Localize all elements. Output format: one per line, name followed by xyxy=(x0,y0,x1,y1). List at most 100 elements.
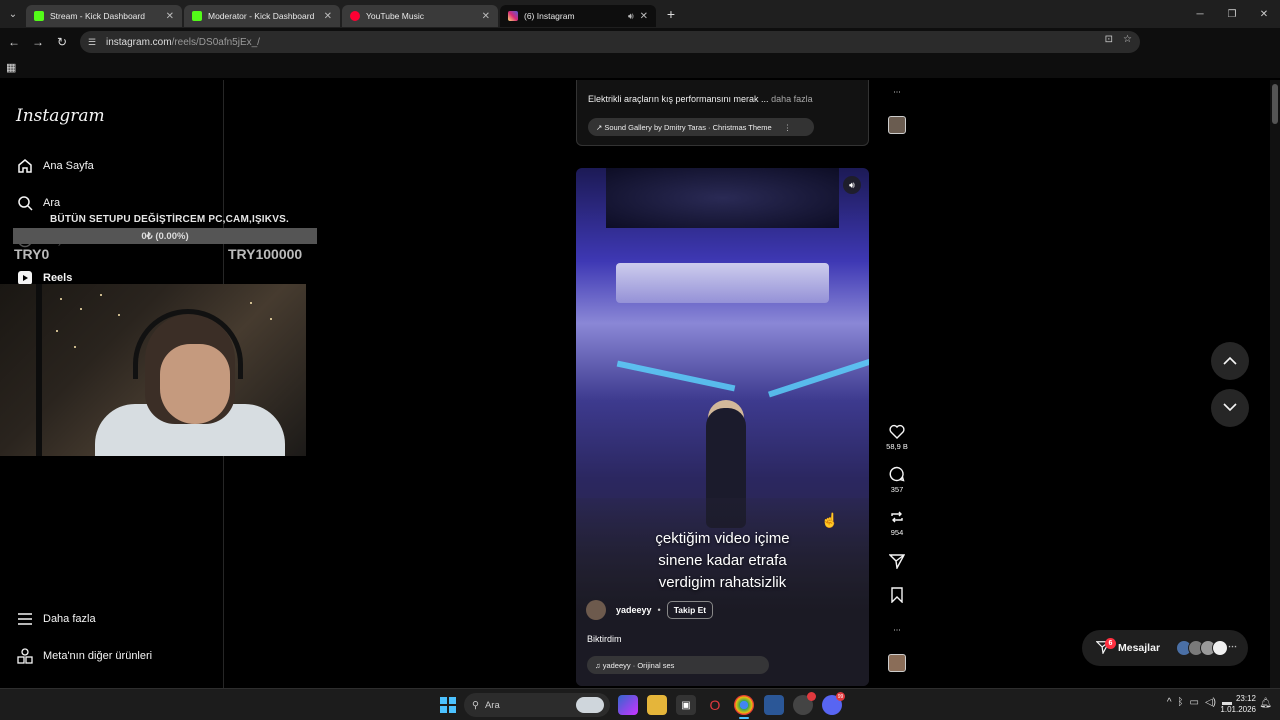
close-tab-icon[interactable]: ✕ xyxy=(166,11,174,22)
sidebar-item-label: Ana Sayfa xyxy=(43,160,94,172)
reload-button[interactable]: ↻ xyxy=(50,30,74,54)
previous-reel-button[interactable] xyxy=(1211,342,1249,380)
author-name[interactable]: yadeeyy xyxy=(616,605,652,615)
site-info-icon[interactable]: ☰ xyxy=(88,36,100,48)
browser-nav-bar: ← → ↻ ☰ instagram.com /reels/DS0afn5jEx_… xyxy=(0,28,1280,76)
bluetooth-icon[interactable]: ᛒ xyxy=(1178,697,1184,708)
reel-more-options[interactable]: ⋯ xyxy=(880,620,914,640)
goal-min-label: TRY0 xyxy=(14,246,50,262)
sidebar-item-meta-products[interactable]: Meta'nın diğer ürünleri xyxy=(16,644,152,668)
comment-button[interactable]: 357 xyxy=(880,465,914,494)
chrome-icon[interactable] xyxy=(734,695,754,715)
install-app-icon[interactable]: ⊡ xyxy=(1105,34,1113,45)
music-arrow-icon: ↗ xyxy=(596,122,605,132)
more-link[interactable]: daha fazla xyxy=(771,94,813,104)
bookmark-star-icon[interactable]: ☆ xyxy=(1123,34,1132,45)
subtitle-line: çektiğim video içime xyxy=(655,530,790,547)
instagram-favicon-icon xyxy=(508,11,518,21)
reel-actions: ⋯ 58,9 B 357 954 ⋯ xyxy=(880,80,914,688)
reel-audio[interactable]: ♫ yadeeyy · Orijinal ses xyxy=(587,656,769,674)
file-explorer-icon[interactable] xyxy=(647,695,667,715)
back-button[interactable]: ← xyxy=(2,30,26,54)
close-tab-icon[interactable]: ✕ xyxy=(640,11,648,22)
browser-tab-bar: ⌄ Stream - Kick Dashboard ✕ Moderator - … xyxy=(0,0,1280,28)
like-button[interactable]: 58,9 B xyxy=(880,422,914,451)
sidebar-item-search[interactable]: Ara xyxy=(16,191,60,215)
scrollbar-thumb[interactable] xyxy=(1272,84,1278,124)
discord-icon[interactable]: 99 xyxy=(822,692,845,715)
reel-author-row: yadeeyy • Takip Et xyxy=(586,600,714,620)
network-icon[interactable]: ▭ xyxy=(1190,697,1199,708)
save-button[interactable] xyxy=(880,586,914,606)
close-tab-icon[interactable]: ✕ xyxy=(324,11,332,22)
fairy-light xyxy=(100,294,102,296)
sidebar-item-more[interactable]: Daha fazla xyxy=(16,607,96,631)
weather-widget-icon[interactable] xyxy=(576,697,604,713)
tab-search-chevron-icon[interactable]: ⌄ xyxy=(0,0,26,28)
kick-favicon-icon xyxy=(192,11,202,21)
fairy-light xyxy=(56,330,58,332)
opera-icon[interactable]: O xyxy=(705,695,725,715)
url-path: /reels/DS0afn5jEx_/ xyxy=(171,36,260,48)
share-button[interactable] xyxy=(880,552,914,572)
instagram-logo[interactable]: Instagram xyxy=(16,106,105,126)
video-subtitle: çektiğim video içime sinene kadar etrafa… xyxy=(576,528,869,594)
sidebar-item-label: Ara xyxy=(43,197,61,209)
follow-button[interactable]: Takip Et xyxy=(666,601,714,619)
apps-grid-icon[interactable]: ▦ xyxy=(6,61,16,74)
tray-chevron-up-icon[interactable]: ^ xyxy=(1167,697,1172,708)
fairy-light xyxy=(80,308,82,310)
repost-count: 954 xyxy=(890,528,904,537)
taskbar-search[interactable]: ⚲ Ara xyxy=(464,693,610,717)
volume-icon[interactable]: ◁) xyxy=(1205,697,1216,708)
obs-icon[interactable] xyxy=(793,692,816,715)
audio-options-icon[interactable]: ⋮ xyxy=(784,123,792,132)
microsoft-store-icon[interactable]: ▣ xyxy=(676,695,696,715)
led-strip xyxy=(768,354,869,398)
page-scrollbar[interactable] xyxy=(1270,80,1280,688)
taskbar-clock[interactable]: 23:12 1.01.2026 xyxy=(1220,693,1256,715)
author-avatar[interactable] xyxy=(586,600,606,620)
donation-goal-title: BÜTÜN SETUPU DEĞİŞTİRCEM PC,CAM,IŞIKVS. xyxy=(50,214,289,225)
new-tab-button[interactable]: + xyxy=(660,3,682,25)
sidebar-item-home[interactable]: Ana Sayfa xyxy=(16,154,94,178)
start-windows-icon[interactable] xyxy=(440,697,456,713)
mouse-cursor-hand-icon: ☝ xyxy=(821,512,839,528)
more-dots-icon: ⋯ xyxy=(1228,641,1237,651)
repost-button[interactable]: 954 xyxy=(880,508,914,537)
tab-youtube-music[interactable]: YouTube Music ✕ xyxy=(342,5,498,27)
bus-ceiling xyxy=(606,168,839,228)
messages-button[interactable]: 6 Mesajlar ⋯ xyxy=(1082,630,1248,666)
audio-thumbnail xyxy=(888,116,906,134)
clock-date: 1.01.2026 xyxy=(1220,705,1256,714)
previous-reel-audio[interactable]: ↗ Sound Gallery by Dmitry Taras · Christ… xyxy=(588,118,814,136)
menu-icon xyxy=(16,610,34,628)
minimize-icon[interactable]: ─ xyxy=(1184,0,1216,28)
copilot-icon[interactable] xyxy=(618,695,638,715)
photos-icon[interactable] xyxy=(764,695,784,715)
restore-icon[interactable]: ❐ xyxy=(1216,0,1248,28)
subtitle-line: sinene kadar etrafa xyxy=(658,552,787,569)
tab-title: (6) Instagram xyxy=(524,11,575,21)
reel-audio-thumb[interactable] xyxy=(880,654,914,672)
forward-button[interactable]: → xyxy=(26,30,50,54)
separator-dot: • xyxy=(657,605,661,615)
fairy-light xyxy=(270,318,272,320)
sidebar-item-label: Meta'nın diğer ürünleri xyxy=(43,650,153,662)
reel-video[interactable]: 🔊︎ çektiğim video içime sinene kadar etr… xyxy=(576,168,869,686)
tab-kick-moderator[interactable]: Moderator - Kick Dashboard ✕ xyxy=(184,5,340,27)
close-tab-icon[interactable]: ✕ xyxy=(482,11,490,22)
tab-kick-stream[interactable]: Stream - Kick Dashboard ✕ xyxy=(26,5,182,27)
previous-reel-audio-thumb[interactable] xyxy=(880,116,914,134)
close-window-icon[interactable]: ✕ xyxy=(1248,0,1280,28)
next-reel-button[interactable] xyxy=(1211,389,1249,427)
repost-icon xyxy=(887,508,907,526)
previous-reel-card[interactable]: Elektrikli araçların kış performansını m… xyxy=(576,80,869,146)
windows-taskbar: ⚲ Ara ▣ O 99 ^ ᛒ ▭ ◁) ▬ 23:12 1.01.2026 … xyxy=(0,688,1280,720)
tab-instagram[interactable]: (6) Instagram 🔊︎ ✕ xyxy=(500,5,656,27)
previous-reel-more-options[interactable]: ⋯ xyxy=(880,82,914,102)
address-bar[interactable]: ☰ instagram.com /reels/DS0afn5jEx_/ ⊡ ☆ xyxy=(80,31,1140,53)
notification-bell-icon[interactable]: 🔔︎ xyxy=(1259,698,1272,709)
speaker-icon[interactable]: 🔊︎ xyxy=(628,11,634,22)
mute-toggle-icon[interactable]: 🔊︎ xyxy=(843,176,861,194)
